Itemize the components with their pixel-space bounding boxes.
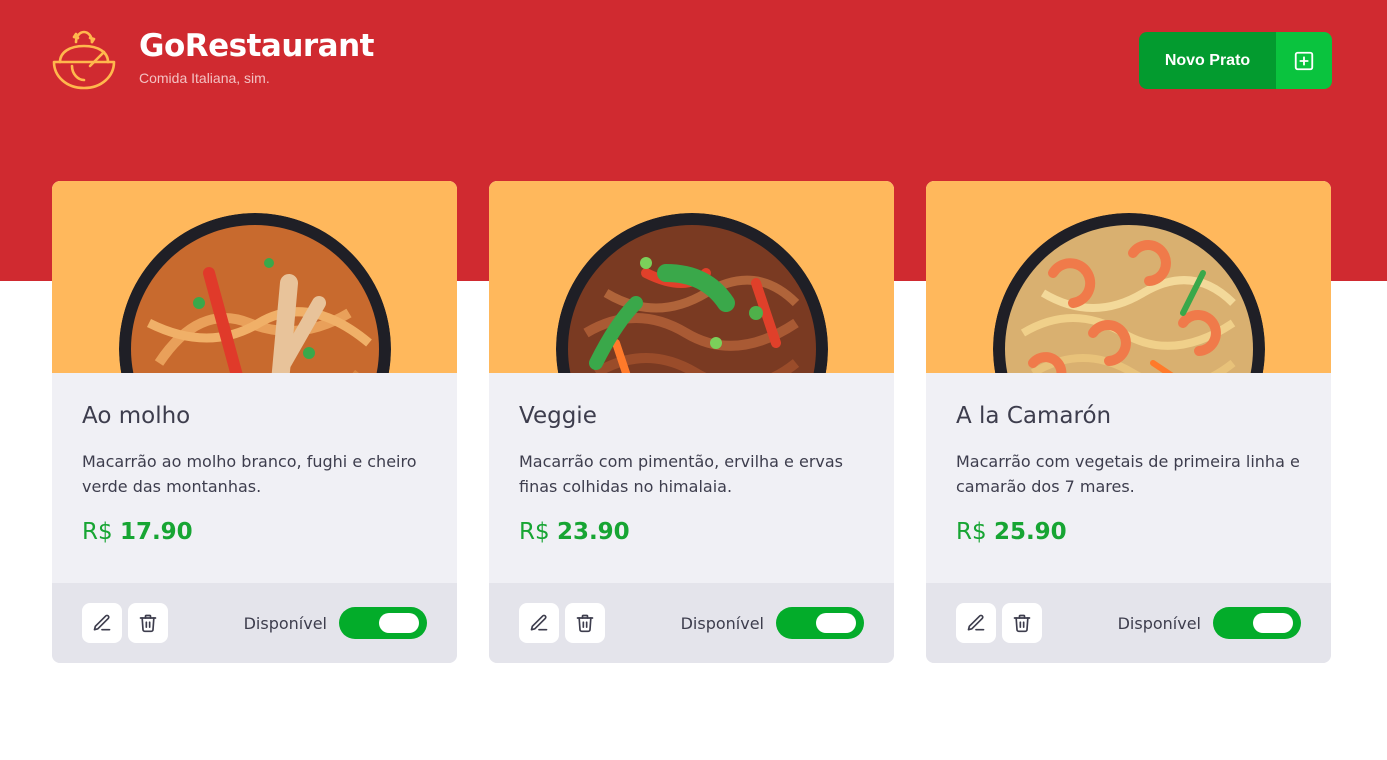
- dish-name: Veggie: [519, 403, 597, 429]
- dish-image: [992, 213, 1265, 373]
- dish-price: R$ 25.90: [956, 519, 1301, 545]
- availability-label: Disponível: [243, 613, 327, 633]
- delete-dish-button[interactable]: [128, 603, 168, 643]
- dish-card: Ao molho Macarrão ao molho branco, fughi…: [52, 181, 457, 663]
- dish-card-footer: Disponível: [489, 583, 894, 663]
- new-dish-label: Novo Prato: [1139, 32, 1276, 89]
- dish-image-area: [52, 181, 457, 373]
- toggle-knob: [1253, 613, 1293, 633]
- dish-image: [118, 213, 391, 373]
- pencil-icon: [93, 614, 111, 631]
- plus-square-icon: [1294, 51, 1314, 70]
- dish-name: A la Camarón: [956, 403, 1112, 429]
- dish-image-area: [926, 181, 1331, 373]
- pencil-icon: [967, 614, 985, 631]
- new-dish-icon-box: [1276, 32, 1332, 89]
- price-currency: R$: [956, 519, 994, 545]
- dish-description: Macarrão com pimentão, ervilha e ervas f…: [519, 452, 844, 496]
- delete-dish-button[interactable]: [565, 603, 605, 643]
- dish-price: R$ 23.90: [519, 519, 864, 545]
- dish-description: Macarrão ao molho branco, fughi e cheiro…: [82, 452, 417, 496]
- brand: GoRestaurant Comida Italiana, sim.: [52, 28, 375, 92]
- dish-image-area: [489, 181, 894, 373]
- app-subtitle: Comida Italiana, sim.: [139, 70, 270, 86]
- trash-icon: [139, 614, 157, 633]
- toggle-knob: [379, 613, 419, 633]
- price-currency: R$: [519, 519, 557, 545]
- delete-dish-button[interactable]: [1002, 603, 1042, 643]
- bowl-logo-icon: [52, 30, 116, 90]
- app-title: GoRestaurant: [139, 28, 375, 64]
- pencil-icon: [530, 614, 548, 631]
- edit-dish-button[interactable]: [956, 603, 996, 643]
- dish-card: A la Camarón Macarrão com vegetais de pr…: [926, 181, 1331, 663]
- availability-label: Disponível: [680, 613, 764, 633]
- dish-name: Ao molho: [82, 403, 191, 429]
- price-value: 17.90: [119, 519, 193, 545]
- price-value: 23.90: [556, 519, 630, 545]
- availability-label: Disponível: [1117, 613, 1201, 633]
- availability-toggle[interactable]: [776, 607, 864, 639]
- availability-toggle[interactable]: [1213, 607, 1301, 639]
- new-dish-button[interactable]: Novo Prato: [1139, 32, 1332, 89]
- trash-icon: [576, 614, 594, 633]
- edit-dish-button[interactable]: [82, 603, 122, 643]
- dish-list: Ao molho Macarrão ao molho branco, fughi…: [52, 181, 1331, 663]
- dish-price: R$ 17.90: [82, 519, 427, 545]
- trash-icon: [1013, 614, 1031, 633]
- dish-card-footer: Disponível: [52, 583, 457, 663]
- edit-dish-button[interactable]: [519, 603, 559, 643]
- price-value: 25.90: [993, 519, 1067, 545]
- dish-description: Macarrão com vegetais de primeira linha …: [956, 452, 1300, 496]
- availability-toggle[interactable]: [339, 607, 427, 639]
- toggle-knob: [816, 613, 856, 633]
- price-currency: R$: [82, 519, 120, 545]
- dish-card: Veggie Macarrão com pimentão, ervilha e …: [489, 181, 894, 663]
- dish-image: [555, 213, 828, 373]
- dish-card-footer: Disponível: [926, 583, 1331, 663]
